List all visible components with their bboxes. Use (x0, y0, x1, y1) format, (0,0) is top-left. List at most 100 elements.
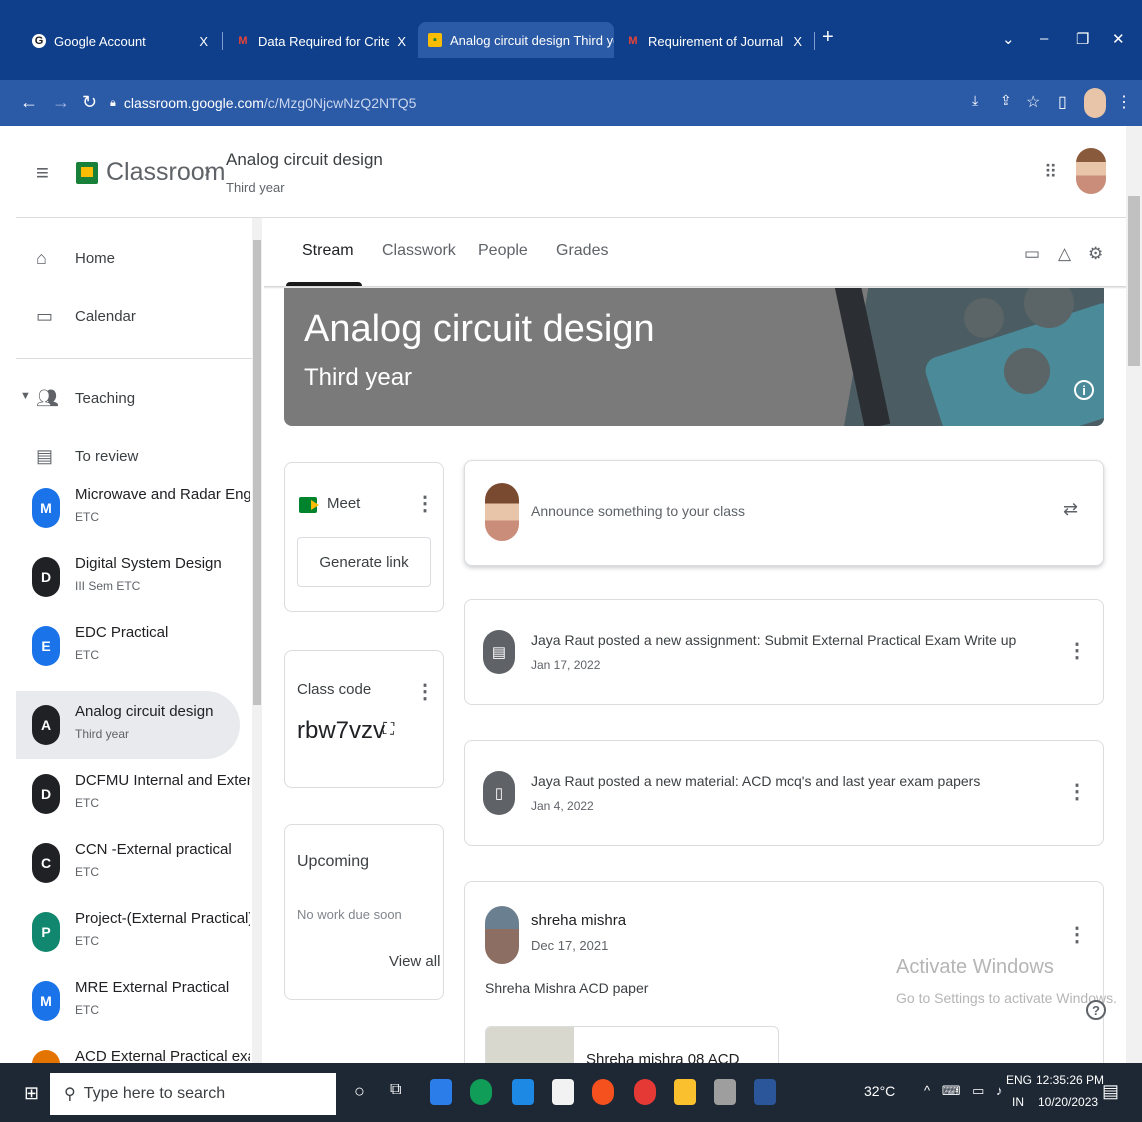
file-explorer-icon[interactable] (674, 1079, 696, 1105)
system-tray-icons[interactable]: ^ ⌨ ▭ ♪ (924, 1083, 1006, 1099)
help-icon[interactable]: ? (1086, 1000, 1106, 1020)
class-info-icon[interactable]: i (1074, 380, 1094, 400)
pinned-app-icon[interactable] (430, 1079, 452, 1105)
notification-icon[interactable]: ▤ (1102, 1081, 1119, 1102)
close-window-icon[interactable]: ✕ (1112, 30, 1125, 48)
tab-close-icon[interactable]: X (785, 34, 802, 49)
fullscreen-icon[interactable]: ⛶ (383, 721, 394, 739)
tab-people[interactable]: People (478, 242, 528, 260)
profile-avatar[interactable] (1084, 88, 1106, 118)
chrome-profile-icon[interactable] (634, 1079, 656, 1105)
tab-classwork[interactable]: Classwork (382, 242, 456, 260)
task-view-icon[interactable]: ⧉ (390, 1081, 401, 1099)
generate-link-button[interactable]: Generate link (297, 537, 431, 587)
class-name: EDC Practical (75, 624, 169, 641)
attachment-card[interactable]: Shreha mishra 08 ACD (485, 1026, 779, 1063)
input-region[interactable]: IN (1012, 1095, 1024, 1109)
sidebar-class-item[interactable]: D DCFMU Internal and Exter... ETC (16, 760, 250, 828)
class-avatar: M (32, 488, 60, 528)
sidebar-item-teaching[interactable]: ▼ 👥︎ Teaching (16, 370, 252, 430)
sidebar-class-item[interactable]: D Digital System Design III Sem ETC (16, 543, 240, 611)
page-scrollbar-thumb[interactable] (1128, 196, 1140, 366)
cortana-icon[interactable]: ○ (354, 1081, 365, 1102)
forward-icon[interactable]: → (52, 92, 70, 113)
classroom-logo[interactable] (76, 162, 98, 184)
taskbar-search-input[interactable]: ⚲ Type here to search (50, 1073, 336, 1115)
stream-post[interactable]: ▤ Jaya Raut posted a new assignment: Sub… (464, 599, 1104, 705)
sidebar-item-calendar[interactable]: ▭ Calendar (16, 288, 252, 348)
class-code-more-icon[interactable]: ⋮ (415, 679, 435, 704)
view-all-link[interactable]: View all (389, 953, 440, 970)
sidebar-class-item[interactable]: M Microwave and Radar Engi... ETC (16, 474, 250, 542)
weather-widget[interactable]: 32°C (864, 1083, 895, 1099)
google-apps-icon[interactable]: ⠿ (1044, 162, 1057, 183)
url-field[interactable]: 🔒︎ classroom.google.com /c/Mzg0NjcwNzQ2N… (110, 90, 970, 116)
class-name: MRE External Practical (75, 979, 230, 996)
review-folder-icon: ▤ (36, 446, 54, 466)
edge-icon[interactable] (470, 1079, 492, 1105)
post-more-icon[interactable]: ⋮ (1067, 922, 1087, 947)
sidebar-class-item[interactable]: M MRE External Practical ETC (16, 967, 240, 1035)
tab-grades[interactable]: Grades (556, 242, 608, 260)
teaching-people-icon: 👥︎ (36, 388, 59, 408)
sidebar-item-label: Teaching (75, 390, 136, 407)
sidepanel-icon[interactable]: ▯ (1058, 92, 1067, 112)
class-name: Project-(External Practical) (75, 910, 250, 927)
chrome-icon[interactable] (592, 1079, 614, 1105)
meet-card: Meet ⋮ Generate link (284, 462, 444, 612)
browser-tab-analog-circuit-design[interactable]: ▪ Analog circuit design Third year X (418, 22, 614, 58)
breadcrumb-class-title[interactable]: Analog circuit design (226, 150, 383, 170)
tab-close-icon[interactable]: X (389, 34, 406, 49)
calendar-icon[interactable]: ▭ (1024, 244, 1040, 264)
sidebar-class-item[interactable]: ACD External Practical exa... (16, 1036, 250, 1063)
hamburger-menu-icon[interactable]: ≡ (36, 160, 49, 186)
pinned-app-icon[interactable] (714, 1079, 736, 1105)
class-avatar: A (32, 705, 60, 745)
bookmark-star-icon[interactable]: ☆ (1026, 92, 1040, 112)
stream-post[interactable]: ▯ Jaya Raut posted a new material: ACD m… (464, 740, 1104, 846)
reload-icon[interactable]: ↻ (82, 92, 97, 113)
post-more-icon[interactable]: ⋮ (1067, 779, 1087, 804)
share-icon[interactable]: ⇪ (1000, 92, 1012, 109)
input-language[interactable]: ENG (1006, 1073, 1032, 1087)
post-more-icon[interactable]: ⋮ (1067, 638, 1087, 663)
store-icon[interactable] (552, 1079, 574, 1105)
class-avatar: D (32, 557, 60, 597)
back-icon[interactable]: ← (20, 92, 38, 113)
browser-tab-data-required[interactable]: M Data Required for Criteria 6.2.1 & X (226, 26, 416, 56)
install-app-icon[interactable]: ⤓ (972, 92, 978, 109)
sidebar-class-item[interactable]: C CCN -External practical ETC (16, 829, 240, 897)
browser-tab-journal-publication[interactable]: M Requirement of Journal Publicat X (616, 26, 812, 56)
sidebar-scrollbar-thumb[interactable] (253, 240, 261, 705)
announce-card[interactable]: Announce something to your class ⇄ (464, 460, 1104, 566)
reuse-post-icon[interactable]: ⇄ (1063, 499, 1078, 520)
windows-start-icon[interactable]: ⊞ (24, 1083, 39, 1104)
clock-time[interactable]: 12:35:26 PM (1036, 1073, 1104, 1087)
meet-more-icon[interactable]: ⋮ (415, 491, 435, 516)
tab-close-icon[interactable]: X (191, 34, 208, 49)
clock-date[interactable]: 10/20/2023 (1038, 1095, 1098, 1109)
restore-icon[interactable]: ❐ (1076, 30, 1089, 48)
sidebar-item-home[interactable]: ⌂ Home (16, 230, 252, 290)
announce-input[interactable]: Announce something to your class (531, 503, 745, 519)
menu-kebab-icon[interactable]: ⋮ (1116, 92, 1132, 112)
word-icon[interactable] (754, 1079, 776, 1105)
mail-icon[interactable] (512, 1079, 534, 1105)
drive-folder-icon[interactable]: △ (1058, 244, 1071, 264)
sidebar-class-item[interactable]: P Project-(External Practical) ETC (16, 898, 250, 966)
settings-gear-icon[interactable]: ⚙ (1088, 244, 1103, 264)
browser-tab-google-account[interactable]: G Google Account X (22, 26, 218, 56)
tab-search-chevron-icon[interactable]: ⌄ (1002, 30, 1015, 48)
tab-stream[interactable]: Stream (302, 242, 354, 260)
user-avatar (485, 483, 519, 541)
account-avatar[interactable] (1076, 148, 1106, 194)
expand-caret-icon[interactable]: ▼ (20, 390, 31, 402)
sidebar-class-item[interactable]: E EDC Practical ETC (16, 612, 240, 680)
class-section: III Sem ETC (75, 579, 141, 593)
minimize-icon[interactable]: – (1040, 30, 1048, 47)
class-avatar: E (32, 626, 60, 666)
new-tab-button[interactable]: + (822, 26, 834, 49)
search-placeholder: Type here to search (83, 1085, 226, 1102)
sidebar-class-item-selected[interactable]: A Analog circuit design Third year (16, 691, 240, 759)
class-avatar: C (32, 843, 60, 883)
